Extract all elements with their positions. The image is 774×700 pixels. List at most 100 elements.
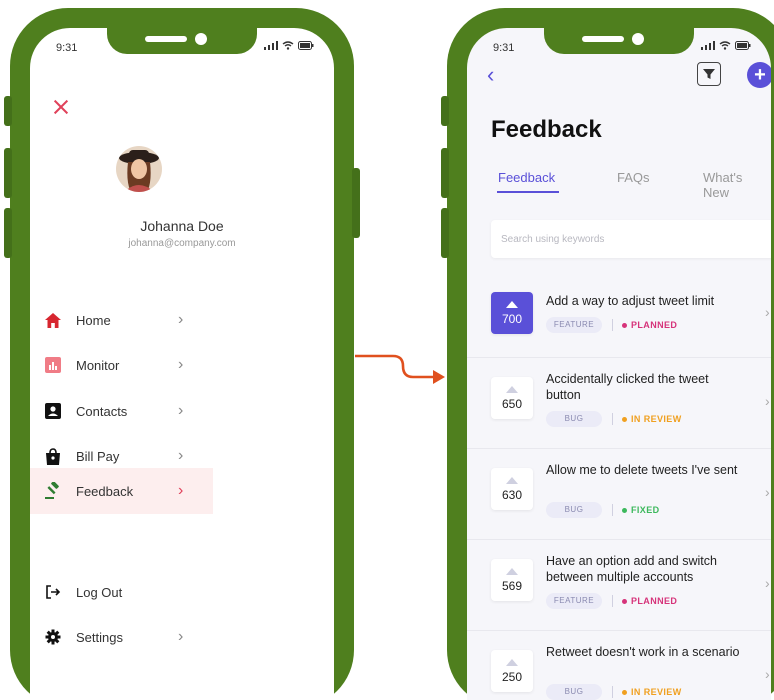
- volume-up-button: [441, 148, 449, 198]
- wifi-icon: [719, 41, 731, 50]
- volume-down-button: [441, 208, 449, 258]
- back-chevron-icon[interactable]: ‹: [487, 64, 494, 86]
- status-dot: [622, 322, 627, 328]
- status-label: PLANNED: [622, 596, 677, 606]
- phone-notch: [544, 28, 694, 54]
- menu-item-feedback[interactable]: Feedback ›: [30, 468, 213, 514]
- upvote-arrow-icon: [506, 567, 518, 575]
- type-tag: BUG: [546, 684, 602, 700]
- power-button: [352, 168, 360, 238]
- chevron-right-icon: ›: [765, 393, 770, 409]
- upvote-arrow-icon: [506, 658, 518, 666]
- divider: [612, 686, 613, 698]
- active-tab-indicator: [497, 191, 559, 193]
- gear-icon: [44, 628, 62, 646]
- upvote-button[interactable]: 250: [491, 650, 533, 692]
- shopping-bag-icon: [44, 447, 62, 465]
- menu-item-log-out[interactable]: Log Out: [30, 569, 213, 615]
- status-icons: [264, 41, 314, 50]
- volume-down-button: [4, 208, 12, 258]
- type-tag: BUG: [546, 411, 602, 427]
- mute-switch: [4, 96, 12, 126]
- menu-label: Settings: [76, 629, 123, 645]
- tab-faqs[interactable]: FAQs: [617, 170, 650, 185]
- battery-icon: [298, 41, 314, 50]
- upvote-arrow-icon: [506, 385, 518, 393]
- contacts-icon: [44, 402, 62, 420]
- filter-icon: [703, 69, 715, 79]
- avatar: [116, 146, 162, 192]
- volume-up-button: [4, 148, 12, 198]
- vote-count: 650: [501, 396, 523, 411]
- menu-item-settings[interactable]: Settings ›: [30, 614, 213, 660]
- chevron-right-icon: ›: [765, 575, 770, 591]
- page-title: Feedback: [491, 116, 602, 143]
- type-tag: FEATURE: [546, 593, 602, 609]
- status-dot: [622, 598, 627, 604]
- type-tag: BUG: [546, 502, 602, 518]
- connector-arrow-icon: [355, 354, 445, 384]
- status-text: IN REVIEW: [631, 414, 682, 424]
- home-icon: [44, 311, 62, 329]
- menu-screen: 9:31 Johanna Doe johanna@company.com Hom…: [30, 28, 334, 700]
- chevron-right-icon: ›: [765, 304, 770, 320]
- status-label: FIXED: [622, 505, 660, 515]
- menu-item-contacts[interactable]: Contacts ›: [30, 388, 213, 434]
- menu-label: Feedback: [76, 483, 134, 499]
- status-time: 9:31: [493, 42, 515, 54]
- upvote-arrow-icon: [506, 300, 518, 308]
- vote-count: 700: [501, 311, 523, 326]
- mute-switch: [441, 96, 449, 126]
- status-time: 9:31: [56, 42, 78, 54]
- feedback-item[interactable]: 700 Add a way to adjust tweet limit FEAT…: [467, 268, 771, 358]
- status-text: PLANNED: [631, 596, 678, 606]
- right-phone-frame: 9:31 ‹ + Feedback Feedback FAQs What's N…: [441, 8, 774, 700]
- upvote-button[interactable]: 700: [491, 292, 533, 334]
- feedback-item[interactable]: 569 Have an option add and switch betwee…: [467, 541, 771, 631]
- status-text: IN REVIEW: [631, 687, 682, 697]
- menu-item-home[interactable]: Home ›: [30, 297, 213, 343]
- feedback-item[interactable]: 630 Allow me to delete tweets I've sent …: [467, 450, 771, 540]
- upvote-arrow-icon: [506, 476, 518, 484]
- feedback-title: Accidentally clicked the tweet button: [546, 372, 709, 402]
- vote-count: 630: [501, 487, 523, 502]
- divider: [612, 595, 613, 607]
- status-label: IN REVIEW: [622, 687, 682, 697]
- feedback-title: Retweet doesn't work in a scenario: [546, 645, 740, 659]
- status-dot: [622, 416, 627, 422]
- phone-notch: [107, 28, 257, 54]
- filter-button[interactable]: [697, 62, 721, 86]
- upvote-button[interactable]: 569: [491, 559, 533, 601]
- menu-label: Log Out: [76, 584, 123, 600]
- divider: [612, 413, 613, 425]
- menu-label: Bill Pay: [76, 448, 120, 464]
- upvote-button[interactable]: 650: [491, 377, 533, 419]
- vote-count: 250: [501, 669, 523, 684]
- signal-icon: [701, 41, 715, 50]
- chevron-right-icon: ›: [178, 402, 184, 419]
- speaker: [582, 36, 624, 42]
- feedback-item[interactable]: 250 Retweet doesn't work in a scenario B…: [467, 632, 771, 700]
- vote-count: 569: [501, 578, 523, 593]
- bar-chart-icon: [44, 356, 62, 374]
- chevron-right-icon: ›: [765, 484, 770, 500]
- tab-whats-new[interactable]: What's New: [703, 170, 771, 200]
- battery-icon: [735, 41, 751, 50]
- camera: [195, 33, 207, 45]
- tab-feedback[interactable]: Feedback: [498, 170, 555, 185]
- status-dot: [622, 507, 627, 513]
- speaker: [145, 36, 187, 42]
- close-icon[interactable]: [52, 98, 70, 116]
- add-feedback-button[interactable]: +: [747, 62, 771, 88]
- upvote-button[interactable]: 630: [491, 468, 533, 510]
- chevron-right-icon: ›: [178, 628, 184, 645]
- feedback-item[interactable]: 650 Accidentally clicked the tweet butto…: [467, 359, 771, 449]
- chevron-right-icon: ›: [178, 356, 184, 373]
- wifi-icon: [282, 41, 294, 50]
- logout-icon: [44, 583, 62, 601]
- search-input[interactable]: [491, 220, 771, 258]
- chevron-right-icon: ›: [178, 311, 184, 328]
- menu-item-monitor[interactable]: Monitor ›: [30, 342, 213, 388]
- chevron-right-icon: ›: [178, 482, 184, 499]
- feedback-title: Add a way to adjust tweet limit: [546, 294, 715, 308]
